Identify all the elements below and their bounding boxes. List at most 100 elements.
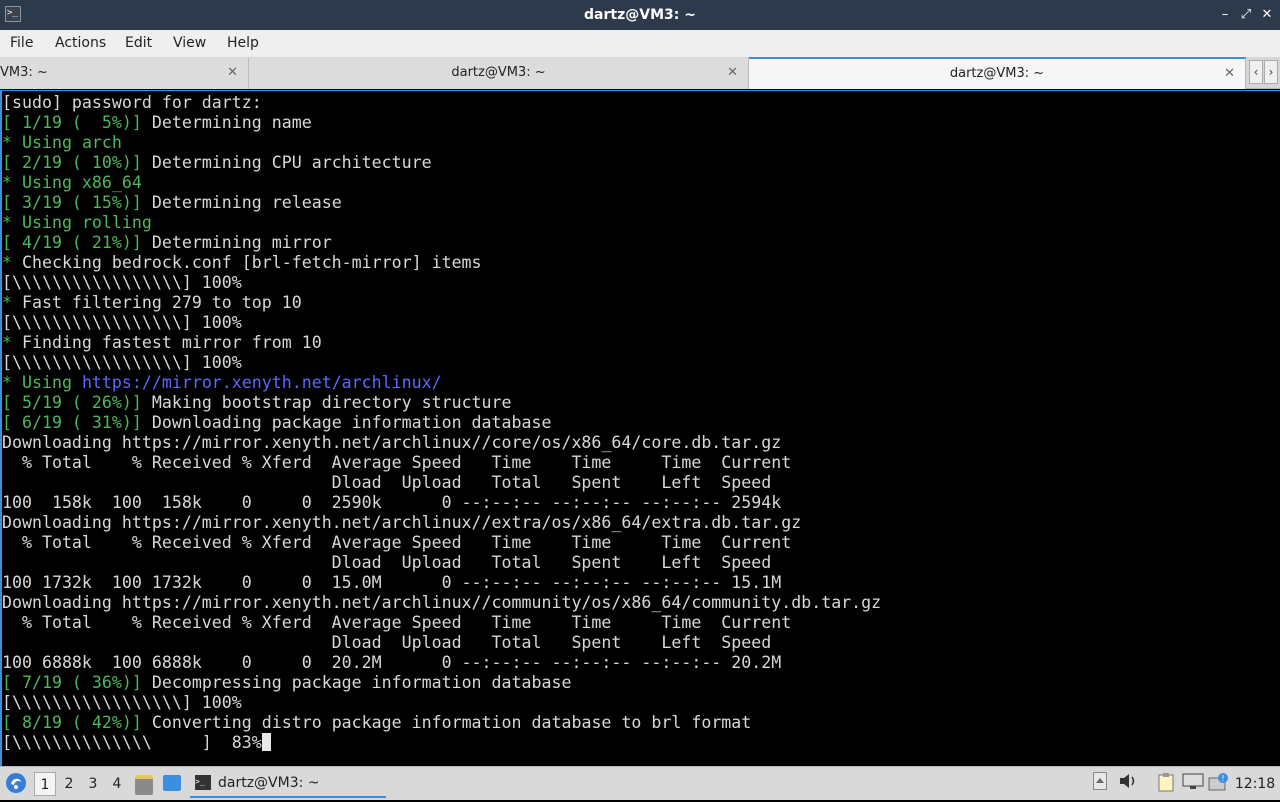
terminal-text: [ 2/19 ( 10%)] bbox=[2, 153, 142, 172]
terminal-text: Determining CPU architecture bbox=[141, 153, 432, 172]
svg-text:!: ! bbox=[1221, 774, 1224, 783]
terminal-text: https://mirror.xenyth.net/archlinux/ bbox=[81, 373, 442, 392]
terminal-text: Downloading https://mirror.xenyth.net/ar… bbox=[2, 433, 782, 452]
tab-close-icon[interactable]: ✕ bbox=[227, 58, 238, 87]
network-icon[interactable] bbox=[1182, 772, 1204, 796]
tab-close-icon[interactable]: ✕ bbox=[727, 58, 738, 87]
menu-file[interactable]: File bbox=[10, 30, 33, 57]
tab-scroll-right-icon[interactable]: › bbox=[1264, 60, 1278, 84]
terminal-text: * Using bbox=[2, 173, 82, 192]
menu-help[interactable]: Help bbox=[227, 30, 259, 57]
terminal-text: Converting distro package information da… bbox=[141, 713, 752, 732]
terminal-text: [\\\\\\\\\\\\\\\\\] 100% bbox=[2, 693, 242, 712]
workspace-3[interactable]: 3 bbox=[82, 772, 104, 796]
terminal-text: * bbox=[2, 333, 22, 352]
terminal-line: [sudo] password for dartz: bbox=[2, 93, 881, 113]
taskbar-window-button[interactable]: >_ dartz@VM3: ~ bbox=[190, 770, 386, 798]
terminal-line: [ 7/19 ( 36%)] Decompressing package inf… bbox=[2, 673, 881, 693]
terminal-text: Finding fastest mirror from 10 bbox=[21, 333, 322, 352]
tab-2[interactable]: dartz@VM3: ~ ✕ bbox=[249, 58, 749, 89]
tab-label: dartz@VM3: ~ bbox=[451, 65, 546, 80]
terminal-text: * Using bbox=[2, 213, 82, 232]
window-title: dartz@VM3: ~ bbox=[584, 7, 696, 23]
tray-up-arrow-icon[interactable] bbox=[1091, 772, 1109, 796]
terminal-line: [ 1/19 ( 5%)] Determining name bbox=[2, 113, 881, 133]
terminal-line: Downloading https://mirror.xenyth.net/ar… bbox=[2, 513, 881, 533]
file-manager-icon[interactable] bbox=[135, 775, 153, 795]
terminal-line: [\\\\\\\\\\\\\\\\\] 100% bbox=[2, 273, 881, 293]
terminal-text: [\\\\\\\\\\\\\\ ] 83% bbox=[2, 733, 262, 752]
maximize-button[interactable]: ⤢ bbox=[1237, 6, 1255, 24]
terminal-line: 100 6888k 100 6888k 0 0 20.2M 0 --:--:--… bbox=[2, 653, 881, 673]
terminal-line: * Finding fastest mirror from 10 bbox=[2, 333, 881, 353]
terminal-text: Dload Upload Total Spent Left Speed bbox=[2, 633, 772, 652]
start-menu-icon[interactable] bbox=[4, 772, 28, 796]
terminal-line: * Fast filtering 279 to top 10 bbox=[2, 293, 881, 313]
terminal-text: [ 5/19 ( 26%)] bbox=[2, 393, 142, 412]
tab-3-active[interactable]: dartz@VM3: ~ ✕ bbox=[749, 57, 1246, 89]
terminal-text: Making bootstrap directory structure bbox=[141, 393, 512, 412]
taskbar-window-label: dartz@VM3: ~ bbox=[218, 775, 320, 791]
terminal-line: Dload Upload Total Spent Left Speed bbox=[2, 633, 881, 653]
show-desktop-icon[interactable] bbox=[163, 775, 181, 791]
menu-actions[interactable]: Actions bbox=[55, 30, 106, 57]
terminal-line: [\\\\\\\\\\\\\\\\\] 100% bbox=[2, 353, 881, 373]
terminal-text: % Total % Received % Xferd Average Speed… bbox=[2, 533, 792, 552]
terminal-text: Checking bedrock.conf [brl-fetch-mirror]… bbox=[21, 253, 482, 272]
clock[interactable]: 12:18 bbox=[1234, 772, 1276, 796]
terminal-output[interactable]: [sudo] password for dartz:[ 1/19 ( 5%)] … bbox=[0, 90, 1280, 766]
clipboard-icon[interactable] bbox=[1156, 772, 1176, 796]
terminal-text: [\\\\\\\\\\\\\\\\\] 100% bbox=[2, 273, 242, 292]
tab-close-icon[interactable]: ✕ bbox=[1224, 59, 1235, 88]
terminal-line: [ 3/19 ( 15%)] Determining release bbox=[2, 193, 881, 213]
workspace-2[interactable]: 2 bbox=[58, 772, 80, 796]
terminal-text: [ 3/19 ( 15%)] bbox=[2, 193, 142, 212]
terminal-text: [ 6/19 ( 31%)] bbox=[2, 413, 142, 432]
close-button[interactable]: ✕ bbox=[1258, 6, 1276, 24]
terminal-line: [\\\\\\\\\\\\\\\\\] 100% bbox=[2, 693, 881, 713]
minimize-button[interactable]: – bbox=[1216, 6, 1234, 24]
terminal-text: * Using bbox=[2, 373, 82, 392]
workspace-1[interactable]: 1 bbox=[34, 772, 56, 796]
tab-1[interactable]: VM3: ~ ✕ bbox=[0, 58, 249, 89]
workspace-4[interactable]: 4 bbox=[106, 772, 128, 796]
terminal-text: [\\\\\\\\\\\\\\\\\] 100% bbox=[2, 313, 242, 332]
terminal-line: * Using x86_64 bbox=[2, 173, 881, 193]
terminal-text: 100 158k 100 158k 0 0 2590k 0 --:--:-- -… bbox=[2, 493, 782, 512]
menu-view[interactable]: View bbox=[173, 30, 206, 57]
terminal-line: [\\\\\\\\\\\\\\ ] 83% bbox=[2, 733, 881, 753]
terminal-text: rolling bbox=[81, 213, 152, 232]
terminal-text: * Using bbox=[2, 133, 82, 152]
terminal-text: 100 1732k 100 1732k 0 0 15.0M 0 --:--:--… bbox=[2, 573, 782, 592]
terminal-line: * Using arch bbox=[2, 133, 881, 153]
updates-icon[interactable]: ! bbox=[1208, 772, 1230, 796]
terminal-lines: [sudo] password for dartz:[ 1/19 ( 5%)] … bbox=[2, 93, 881, 753]
tab-scroll-left-icon[interactable]: ‹ bbox=[1249, 60, 1263, 84]
terminal-line: * Using https://mirror.xenyth.net/archli… bbox=[2, 373, 881, 393]
terminal-text: [sudo] password for dartz: bbox=[2, 93, 262, 112]
terminal-line: Downloading https://mirror.xenyth.net/ar… bbox=[2, 433, 881, 453]
terminal-text: Determining release bbox=[141, 193, 342, 212]
terminal-text: Dload Upload Total Spent Left Speed bbox=[2, 473, 772, 492]
volume-icon[interactable] bbox=[1118, 772, 1138, 796]
menu-edit[interactable]: Edit bbox=[125, 30, 152, 57]
terminal-text: [ 8/19 ( 42%)] bbox=[2, 713, 142, 732]
terminal-line: % Total % Received % Xferd Average Speed… bbox=[2, 453, 881, 473]
terminal-line: Downloading https://mirror.xenyth.net/ar… bbox=[2, 593, 881, 613]
terminal-text: % Total % Received % Xferd Average Speed… bbox=[2, 453, 792, 472]
terminal-text: Downloading package information database bbox=[141, 413, 552, 432]
terminal-text: Determining name bbox=[141, 113, 312, 132]
terminal-line: % Total % Received % Xferd Average Speed… bbox=[2, 613, 881, 633]
terminal-text: Downloading https://mirror.xenyth.net/ar… bbox=[2, 513, 802, 532]
terminal-text: x86_64 bbox=[81, 173, 142, 192]
terminal-line: [ 4/19 ( 21%)] Determining mirror bbox=[2, 233, 881, 253]
terminal-text: 100 6888k 100 6888k 0 0 20.2M 0 --:--:--… bbox=[2, 653, 782, 672]
terminal-text: * bbox=[2, 293, 22, 312]
taskbar: 1 2 3 4 >_ dartz@VM3: ~ ! 12:18 bbox=[0, 766, 1280, 800]
terminal-text: [ 4/19 ( 21%)] bbox=[2, 233, 142, 252]
terminal-text: [ 1/19 ( 5%)] bbox=[2, 113, 142, 132]
terminal-line: [\\\\\\\\\\\\\\\\\] 100% bbox=[2, 313, 881, 333]
tab-label: VM3: ~ bbox=[0, 65, 48, 80]
terminal-line: [ 5/19 ( 26%)] Making bootstrap director… bbox=[2, 393, 881, 413]
window-titlebar[interactable]: >_ dartz@VM3: ~ – ⤢ ✕ bbox=[0, 0, 1280, 30]
